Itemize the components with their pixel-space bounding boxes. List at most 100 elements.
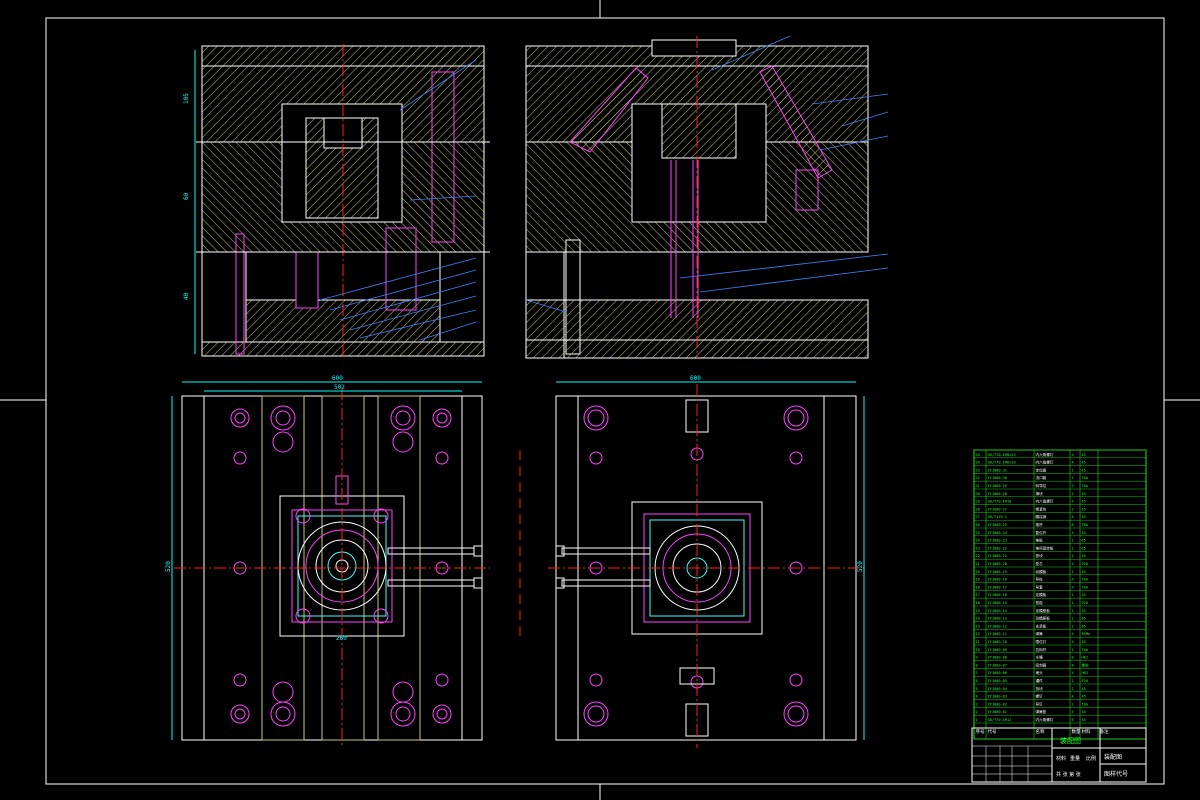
dim-d2: 60 [183, 192, 190, 200]
bom-cell-qty: 1 [1072, 609, 1074, 613]
bom-cell-code: ZYJ000-28 [988, 492, 1007, 496]
bom-cell-no: 19 [976, 578, 980, 582]
bom-cell-name: 动模座板 [1036, 616, 1051, 621]
bom-cell-no: 3 [976, 702, 978, 706]
bom-cell-code: ZYJ000-12 [988, 624, 1007, 628]
bom-cell-name: 楔紧块 [1036, 506, 1047, 511]
bom-cell-name: 螺钉 [1036, 694, 1044, 699]
assembly-title-2: 装配图 [1104, 753, 1122, 761]
bom-cell-name: 水嘴 [1036, 655, 1044, 660]
bom-cell-name: 复位杆 [1036, 530, 1047, 535]
bom-cell-mat: 45 [1082, 461, 1086, 465]
bom-cell-name: 圆柱销 [1036, 514, 1047, 519]
dim-h-right: 520 [857, 561, 864, 572]
bom-cell-name: 内六角螺钉 [1036, 499, 1054, 504]
bom-cell-mat: 45 [1082, 507, 1086, 511]
bom-cell-mat: 45 [1082, 624, 1086, 628]
bom-cell-mat: 45 [1082, 710, 1086, 714]
bom-cell-no: 1 [976, 718, 978, 722]
section-view-left: 105 60 40 [183, 44, 490, 358]
bom-cell-code: ZYJ000-30 [988, 476, 1007, 480]
bom-cell-code: ZYJ000-15 [988, 601, 1007, 605]
bom-cell-name: 堵头 [1036, 670, 1044, 675]
bom-cell-qty: 1 [1072, 593, 1074, 597]
bom-cell-name: 限位钉 [1036, 639, 1047, 644]
dim-h: 520 [165, 561, 172, 572]
bom-cell-no: 34 [976, 461, 980, 465]
bom-cell-mat: P20 [1082, 562, 1089, 566]
bom-cell-code: ZYJ000-03 [988, 695, 1007, 699]
bom-cell-name: 拉料杆 [1036, 647, 1047, 652]
bom-cell-no: 30 [976, 492, 980, 496]
bom-cell-no: 28 [976, 507, 980, 511]
bom-cell-name: 内六角螺钉 [1036, 452, 1054, 457]
bom-cell-name: 内六角螺钉 [1036, 460, 1054, 465]
bom-cell-qty: 6 [1072, 523, 1074, 527]
bom-cell-name: 导套 [1036, 584, 1044, 589]
bom-cell-code: ZYJ000-20 [988, 562, 1007, 566]
bom-cell-qty: 4 [1072, 461, 1074, 465]
bom-cell-qty: 1 [1072, 562, 1074, 566]
bom-cell-name: 支承板 [1036, 623, 1047, 628]
bom-cell-qty: 2 [1072, 554, 1074, 558]
bom-cell-qty: 1 [1072, 570, 1074, 574]
bom-cell-qty: 1 [1072, 539, 1074, 543]
bom-cell-name: 型腔 [1036, 600, 1044, 605]
scale-label: 比例 [1086, 755, 1096, 762]
assembly-title: 装配图 [1060, 736, 1081, 745]
bom-cell-qty: 4 [1072, 632, 1074, 636]
bom-cell-name: 斜导柱 [1036, 483, 1047, 488]
bom-cell-name: 型芯 [1036, 561, 1044, 566]
bom-cell-no: 20 [976, 570, 980, 574]
bom-cell-name: 动模板 [1036, 569, 1047, 574]
plan-view-right: 600 520 [519, 375, 866, 748]
bom-cell-qty: 4 [1072, 671, 1074, 675]
bom-cell-qty: 4 [1072, 515, 1074, 519]
bom-cell-mat: T8A [1082, 484, 1089, 488]
bom-cell-qty: 1 [1072, 617, 1074, 621]
bom-cell-no: 21 [976, 562, 980, 566]
bom-cell-no: 24 [976, 539, 980, 543]
bom-cell-qty: 6 [1072, 718, 1074, 722]
bom-cell-qty: 4 [1072, 710, 1074, 714]
plan-view-left: 600 502 520 260 [165, 375, 490, 748]
bom-cell-qty: 2 [1072, 492, 1074, 496]
bom-cell-no: 18 [976, 585, 980, 589]
bom-cell-no: 15 [976, 609, 980, 613]
bom-cell-code: GB/T70.1M6×20 [988, 461, 1016, 465]
bom-cell-code: ZYJ000-25 [988, 523, 1007, 527]
bom-cell-mat: 45 [1082, 515, 1086, 519]
bom-cell-qty: 1 [1072, 624, 1074, 628]
bom-cell-code: ZYJ000-27 [988, 507, 1007, 511]
bom-cell-no: 25 [976, 531, 980, 535]
bom-cell-mat: 45 [1082, 546, 1086, 550]
bom-cell-code: GB/T119.1 [988, 515, 1007, 519]
bom-cell-name: 弹簧 [1036, 631, 1044, 636]
material-label: 材料 [1056, 755, 1066, 762]
bom-cell-code: ZYJ000-13 [988, 617, 1007, 621]
bom-cell-code: ZYJ000-05 [988, 679, 1007, 683]
bom-cell-name: 镶件 [1036, 678, 1044, 683]
bom-cell-no: 29 [976, 500, 980, 504]
bom-cell-no: 9 [976, 656, 978, 660]
bom-cell-code: ZYJ000-19 [988, 570, 1007, 574]
dim-d1: 105 [183, 93, 190, 104]
bom-cell-qty: 1 [1072, 546, 1074, 550]
bom-cell-qty: 4 [1072, 585, 1074, 589]
bom-cell-mat: 45 [1082, 554, 1086, 558]
weight-label: 重量 [1070, 755, 1080, 762]
bom-cell-no: 10 [976, 648, 980, 652]
bom-cell-no: 13 [976, 624, 980, 628]
bom-header-name: 名称 [1036, 728, 1045, 735]
bom-cell-name: 导柱 [1036, 577, 1044, 582]
bom-cell-name: 垫块 [1036, 553, 1044, 558]
bom-cell-code: GB/T70.1M12 [988, 718, 1012, 722]
bom-cell-mat: 45 [1082, 593, 1086, 597]
bom-cell-code: ZYJ000-06 [988, 671, 1007, 675]
bom-cell-mat: 45 [1082, 492, 1086, 496]
bom-cell-no: 17 [976, 593, 980, 597]
bom-cell-code: ZYJ000-11 [988, 632, 1007, 636]
bom-cell-code: ZYJ000-09 [988, 648, 1007, 652]
bom-cell-mat: 45 [1082, 687, 1086, 691]
bom-cell-qty: 2 [1072, 679, 1074, 683]
